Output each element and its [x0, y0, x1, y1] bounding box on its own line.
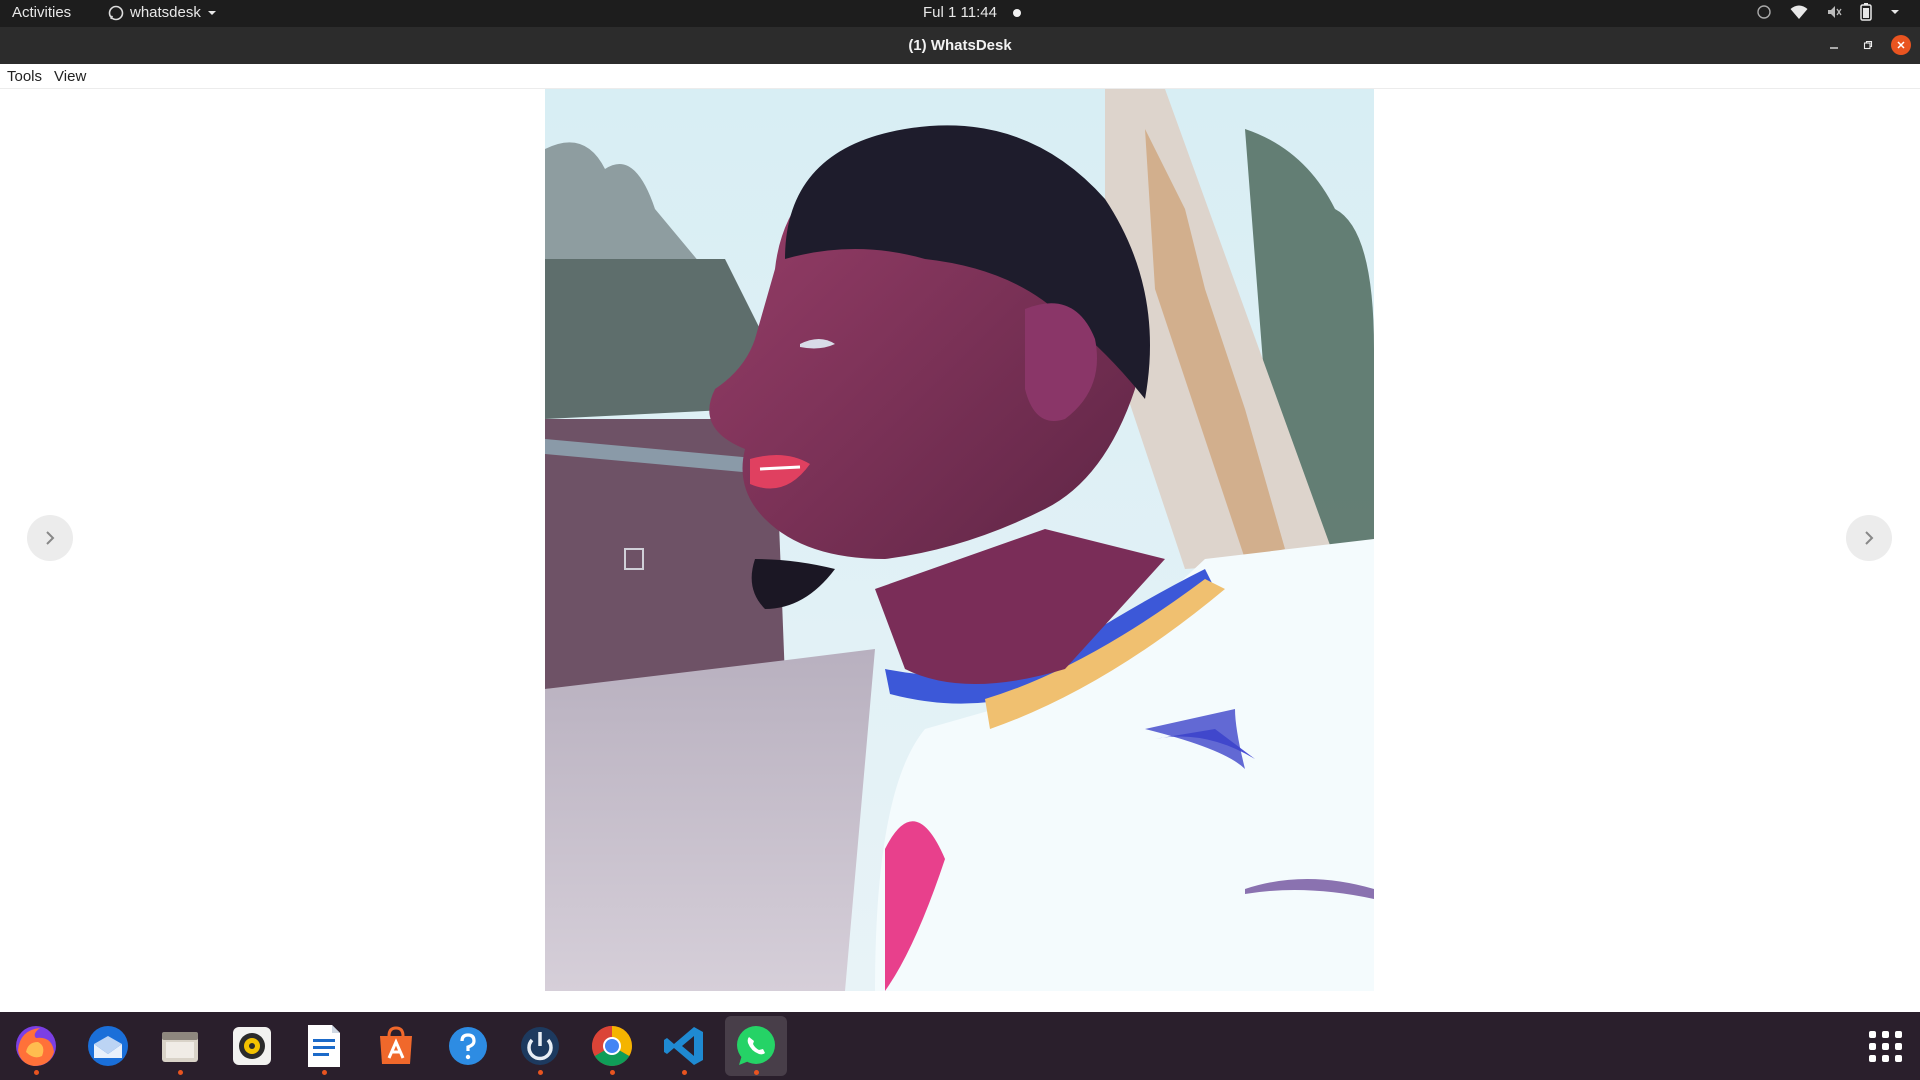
writer-icon [308, 1025, 340, 1067]
window-title-bar[interactable]: (1) WhatsDesk [0, 27, 1920, 64]
minimize-button[interactable] [1824, 35, 1844, 55]
running-indicator [34, 1070, 39, 1075]
menu-tools[interactable]: Tools [1, 68, 48, 85]
help-icon [449, 1027, 487, 1065]
battery-icon[interactable] [1860, 3, 1872, 21]
activities-button[interactable]: Activities [12, 4, 71, 21]
power-icon [521, 1027, 559, 1065]
files-icon [162, 1032, 198, 1062]
wifi-icon[interactable] [1790, 4, 1808, 20]
show-applications-button[interactable] [1866, 1028, 1902, 1064]
running-indicator [178, 1070, 183, 1075]
dock-item-timeshift[interactable] [509, 1016, 571, 1076]
dock-item-help[interactable] [437, 1016, 499, 1076]
whatsapp-small-icon [108, 5, 124, 20]
window-title: (1) WhatsDesk [908, 37, 1012, 54]
previous-media-button[interactable] [27, 515, 73, 561]
dock-item-thunderbird[interactable] [77, 1016, 139, 1076]
next-media-button[interactable] [1846, 515, 1892, 561]
dock-item-vscode[interactable] [653, 1016, 715, 1076]
software-icon [380, 1026, 412, 1064]
chevron-down-icon [207, 10, 216, 15]
running-indicator [610, 1070, 615, 1075]
dock [0, 1012, 1920, 1080]
thunderbird-icon [88, 1026, 128, 1066]
maximize-button[interactable] [1858, 35, 1878, 55]
firefox-icon [16, 1026, 56, 1066]
running-indicator [682, 1070, 687, 1075]
rhythmbox-icon [233, 1027, 271, 1065]
media-viewer [0, 89, 1920, 1012]
vscode-icon [664, 1027, 703, 1065]
close-icon [1897, 41, 1905, 49]
dock-item-whatsdesk[interactable] [725, 1016, 787, 1076]
system-top-bar: Activities whatsdesk Ful 1 11:44 [0, 0, 1920, 27]
dock-item-writer[interactable] [293, 1016, 355, 1076]
whatsapp-icon [737, 1026, 775, 1065]
running-indicator [322, 1070, 327, 1075]
dock-item-chrome[interactable] [581, 1016, 643, 1076]
volume-muted-icon[interactable] [1826, 4, 1842, 20]
system-menu-chevron-icon[interactable] [1890, 8, 1900, 16]
notification-dot [1012, 8, 1021, 17]
running-indicator [538, 1070, 543, 1075]
profile-photo [545, 89, 1374, 991]
system-tray[interactable] [1756, 3, 1900, 21]
clock-text: Ful 1 11:44 [923, 4, 997, 21]
chevron-right-icon [1865, 531, 1874, 545]
restore-icon [1863, 40, 1873, 50]
menu-view[interactable]: View [48, 68, 92, 85]
photo-illustration [545, 89, 1374, 991]
minimize-icon [1830, 47, 1838, 49]
app-grid-icon [1869, 1031, 1876, 1038]
clock[interactable]: Ful 1 11:44 [923, 4, 1021, 21]
app-menu[interactable]: whatsdesk [108, 4, 217, 21]
menu-bar: Tools View [0, 64, 1920, 89]
close-button[interactable] [1891, 35, 1911, 55]
running-indicator [754, 1070, 759, 1075]
chevron-right-icon [46, 531, 55, 545]
dock-item-files[interactable] [149, 1016, 211, 1076]
whatsapp-tray-icon[interactable] [1756, 4, 1772, 20]
dock-item-firefox[interactable] [5, 1016, 67, 1076]
dock-item-rhythmbox[interactable] [221, 1016, 283, 1076]
chrome-icon [592, 1026, 632, 1066]
dock-item-software[interactable] [365, 1016, 427, 1076]
app-menu-label: whatsdesk [130, 4, 201, 21]
